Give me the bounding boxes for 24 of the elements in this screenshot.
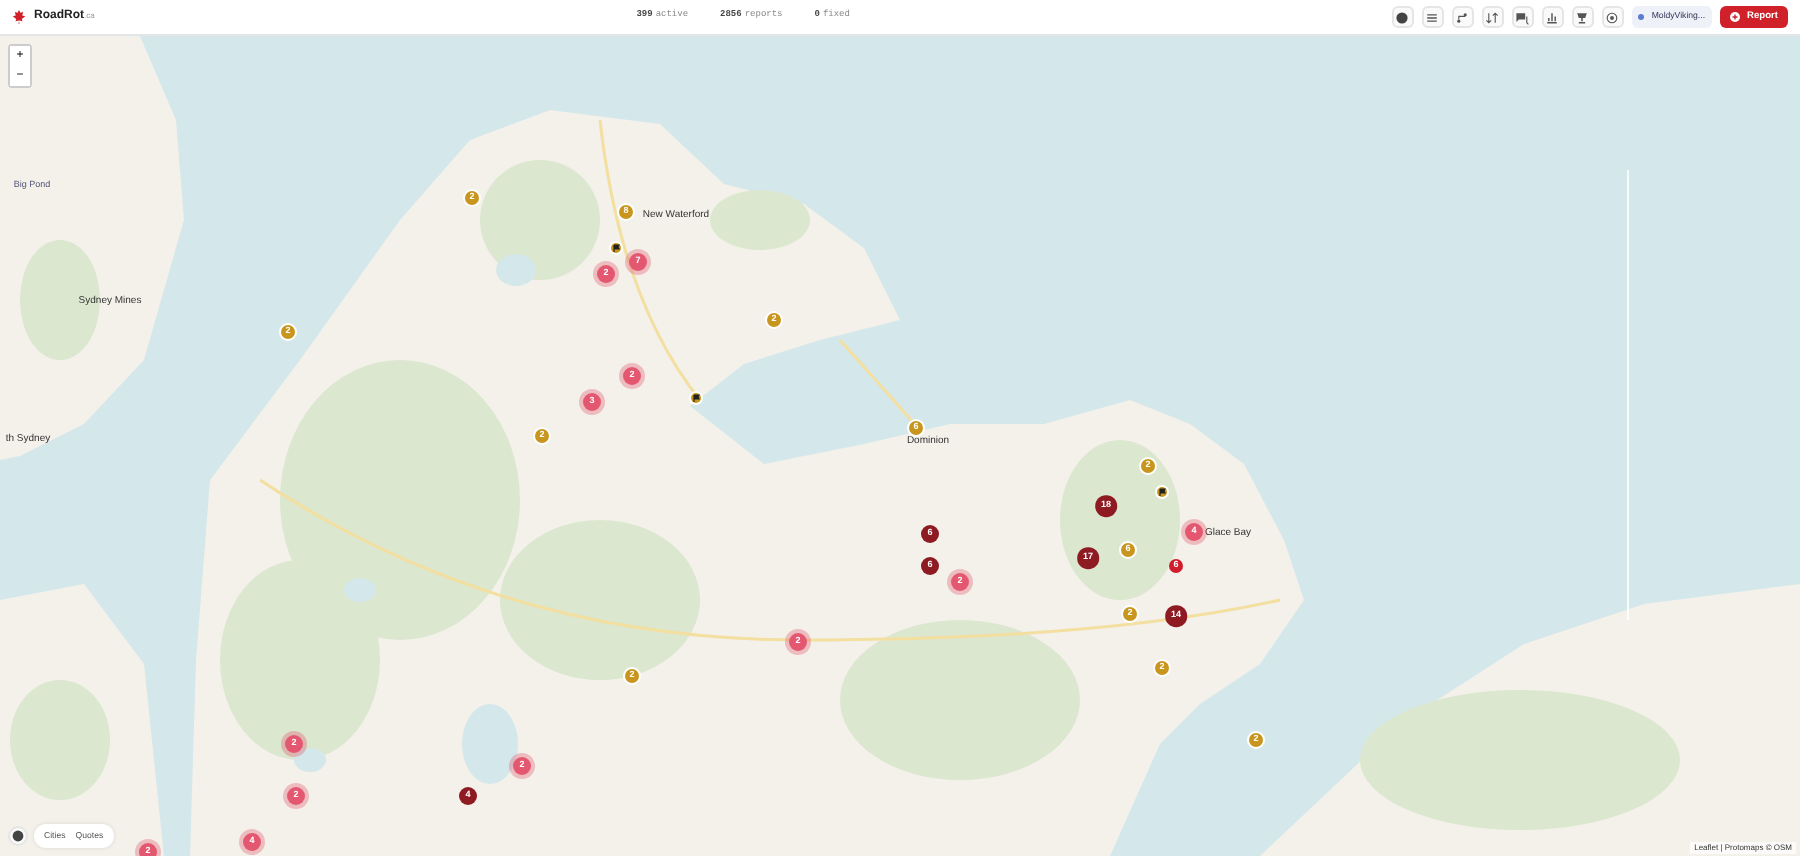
flag-icon [1157,487,1167,497]
chat-icon [1514,9,1531,25]
chart-button[interactable] [1541,6,1564,28]
flagged-marker[interactable] [611,243,621,253]
globe-button[interactable] [1391,6,1414,28]
sort-icon [1484,9,1501,25]
list-button[interactable] [1421,6,1444,28]
plus-icon [1729,12,1740,22]
flag-icon [691,393,701,403]
location-button[interactable] [1601,6,1624,28]
sort-button[interactable] [1481,6,1504,28]
trophy-icon [1574,9,1591,25]
location-icon [1604,9,1621,25]
list-icon [1424,9,1441,25]
maple-leaf-icon [12,10,26,24]
user-icon [1637,14,1644,20]
flagged-marker[interactable] [691,393,701,403]
chat-button[interactable] [1511,6,1534,28]
route-icon [1454,9,1471,25]
flagged-marker[interactable] [1157,487,1167,497]
flag-icon [611,243,621,253]
trophy-button[interactable] [1571,6,1594,28]
route-button[interactable] [1451,6,1474,28]
chart-icon [1544,9,1561,25]
